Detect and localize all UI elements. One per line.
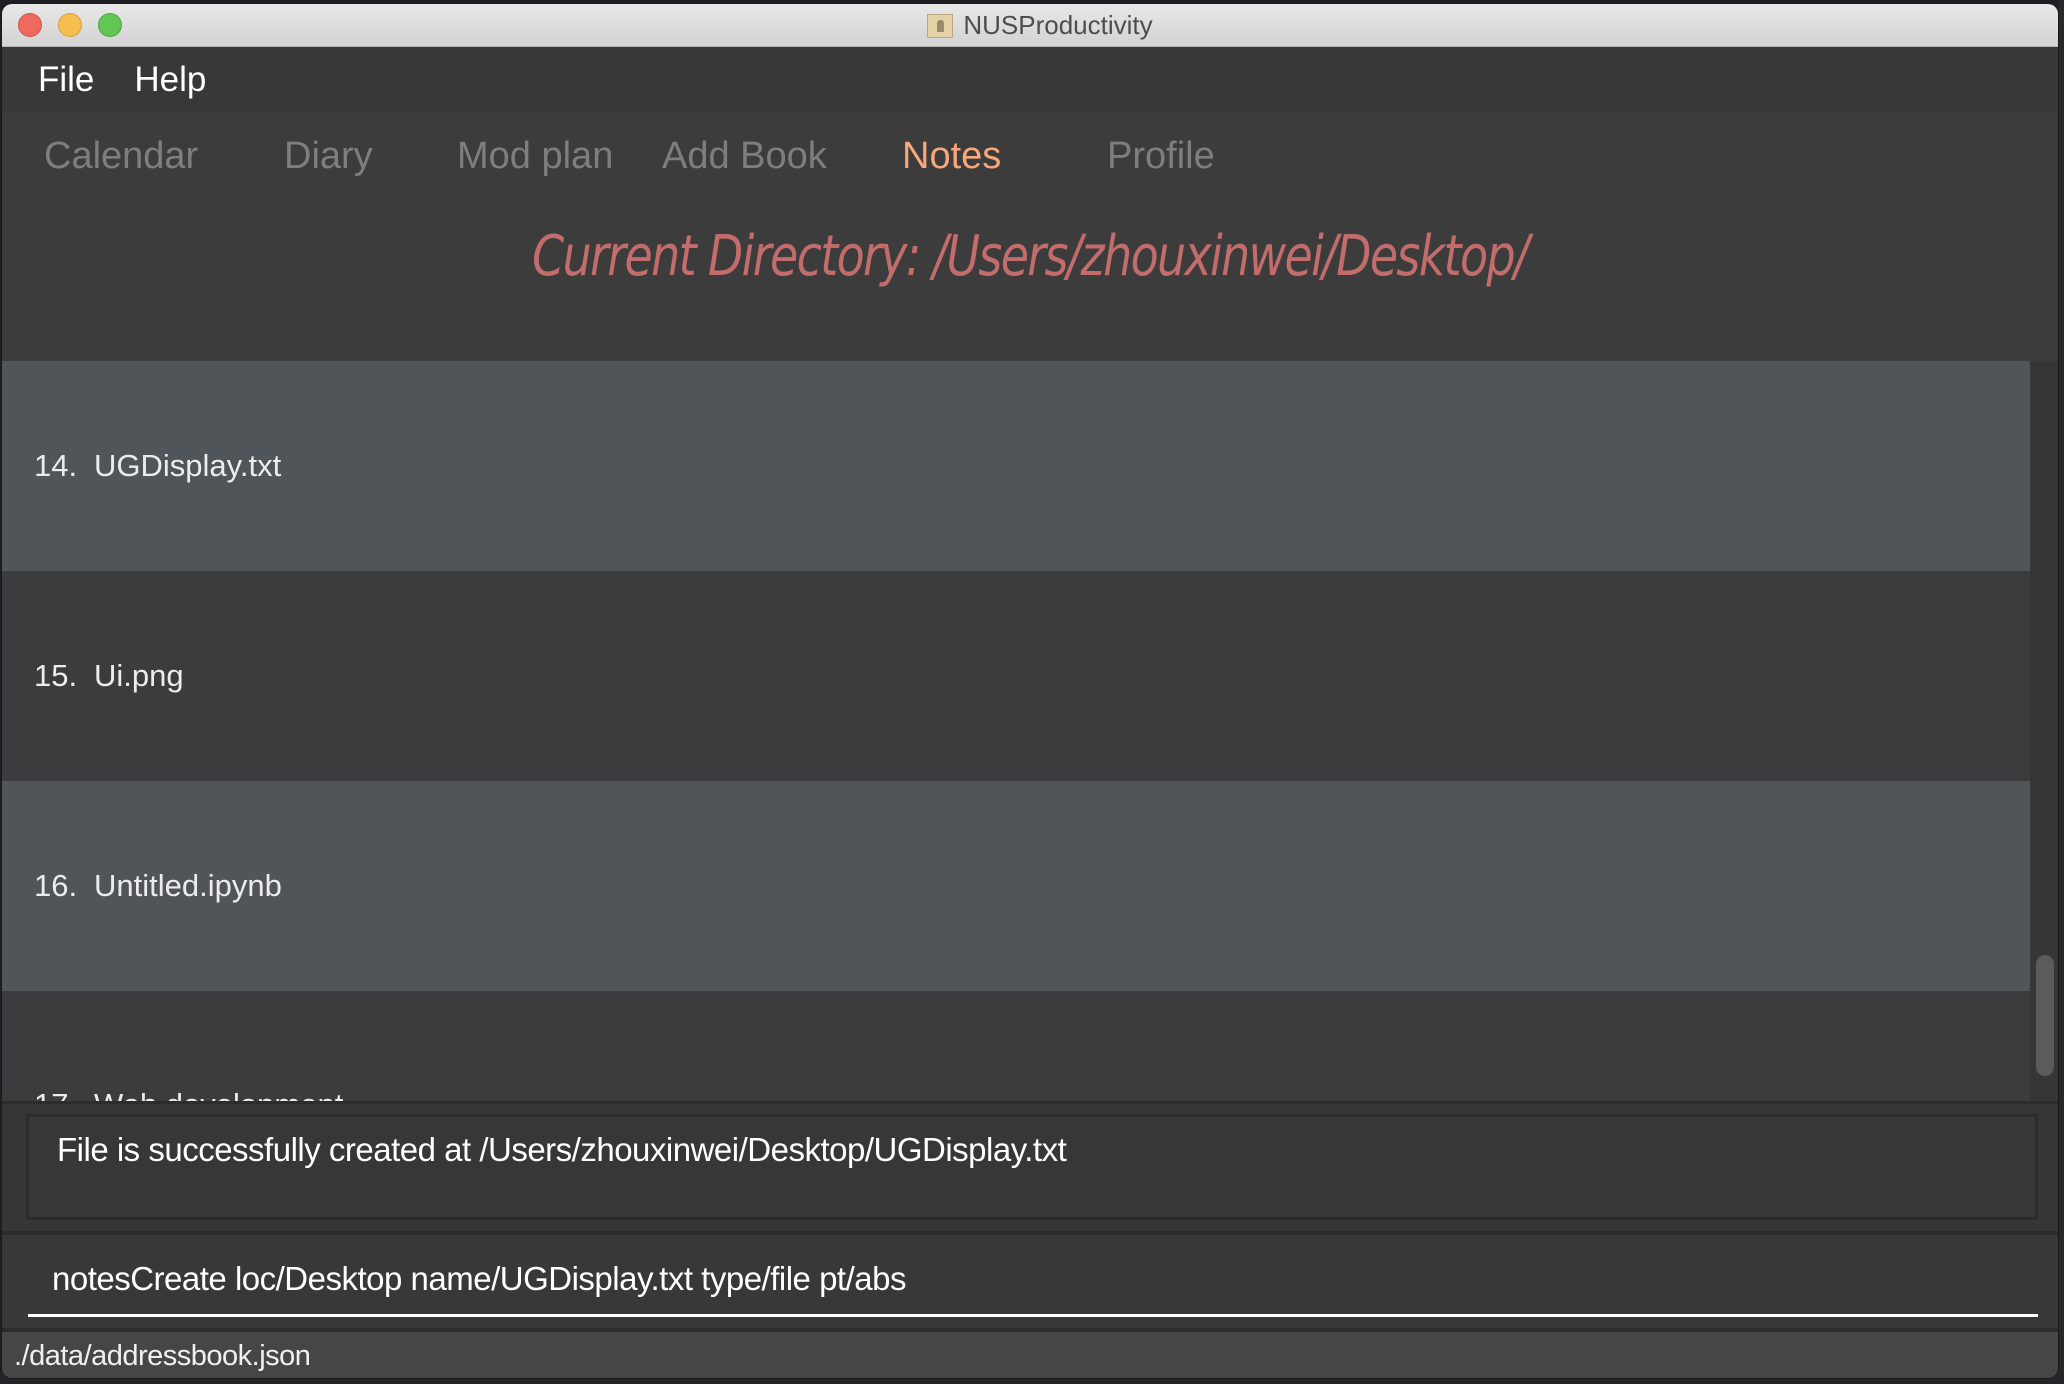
tab-diary[interactable]: Diary [284, 135, 373, 178]
tab-calendar[interactable]: Calendar [44, 135, 198, 178]
list-item-index: 17. [34, 1087, 94, 1101]
tab-notes[interactable]: Notes [902, 135, 1001, 178]
list-item-index: 15. [34, 658, 78, 693]
title-bar: NUSProductivity [2, 4, 2058, 47]
list-item[interactable]: 15. Ui.png [2, 571, 2030, 781]
list-item[interactable]: 14. UGDisplay.txt [2, 361, 2030, 571]
feedback-message: File is successfully created at /Users/z… [57, 1131, 1067, 1168]
tab-profile[interactable]: Profile [1107, 135, 1215, 178]
list-item-index: 16. [34, 868, 78, 903]
contacts-book-icon [927, 13, 954, 38]
list-item-name: Ui.png [94, 658, 184, 693]
status-bar: ./data/addressbook.json [2, 1328, 2058, 1378]
menu-bar: File Help [2, 47, 2058, 113]
menu-help[interactable]: Help [134, 60, 206, 100]
notes-file-list[interactable]: 14. UGDisplay.txt 15. Ui.png 16. Untitle… [2, 361, 2030, 1101]
command-input[interactable] [28, 1244, 2038, 1317]
list-item-name: Web development [94, 1087, 343, 1101]
tab-add-book[interactable]: Add Book [662, 135, 827, 178]
tab-bar: Calendar Diary Mod plan Add Book Notes P… [2, 113, 2058, 203]
status-bar-path: ./data/addressbook.json [14, 1340, 311, 1372]
tab-mod-plan[interactable]: Mod plan [457, 135, 613, 178]
list-scrollbar-thumb[interactable] [2036, 955, 2054, 1076]
desktop-background [2058, 0, 2064, 1384]
list-item[interactable]: 16. Untitled.ipynb [2, 781, 2030, 991]
list-item-name: Untitled.ipynb [94, 868, 282, 903]
current-directory-header: Current Directory: /Users/zhouxinwei/Des… [532, 224, 1529, 289]
app-window: NUSProductivity File Help Calendar Diary… [2, 4, 2058, 1378]
list-item[interactable]: 17. Web development [2, 991, 2030, 1101]
window-title: NUSProductivity [963, 10, 1153, 40]
menu-file[interactable]: File [38, 60, 94, 100]
list-item-name: UGDisplay.txt [94, 448, 282, 483]
window-title-group: NUSProductivity [2, 4, 2058, 47]
feedback-box: File is successfully created at /Users/z… [26, 1114, 2038, 1220]
list-item-index: 14. [34, 448, 78, 483]
